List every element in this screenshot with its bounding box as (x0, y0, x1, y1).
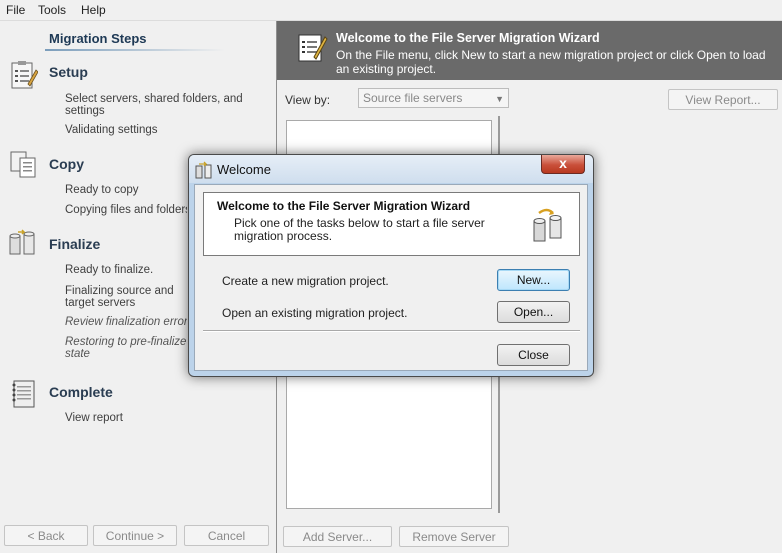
menu-tools[interactable]: Tools (38, 3, 66, 17)
copy-documents-icon (10, 151, 36, 178)
remove-server-button[interactable]: Remove Server (399, 526, 509, 547)
view-by-value: Source file servers (363, 91, 463, 105)
header-title: Welcome to the File Server Migration Wiz… (336, 31, 600, 45)
menu-help[interactable]: Help (81, 3, 106, 17)
step-complete-title: Complete (49, 384, 113, 400)
dialog-separator (203, 330, 580, 332)
wizard-checklist-icon (298, 34, 328, 62)
welcome-dialog: Welcome x Welcome to the File Server Mig… (188, 154, 594, 377)
step-finalize-item: Finalizing source and target servers (65, 285, 174, 309)
view-by-label: View by: (285, 93, 331, 107)
open-button[interactable]: Open... (497, 301, 570, 323)
steps-title: Migration Steps (49, 31, 147, 46)
back-button[interactable]: < Back (4, 525, 88, 546)
steps-title-underline (45, 49, 225, 51)
step-setup-item: Select servers, shared folders, and sett… (65, 93, 243, 117)
add-server-button[interactable]: Add Server... (283, 526, 392, 547)
view-report-button[interactable]: View Report... (668, 89, 778, 110)
close-icon[interactable]: x (541, 155, 585, 174)
server-migration-icon (533, 208, 562, 242)
finalize-servers-icon (9, 229, 35, 255)
dialog-titlebar[interactable]: Welcome (189, 155, 593, 183)
continue-button[interactable]: Continue > (93, 525, 177, 546)
menu-bar: File Tools Help (0, 0, 782, 21)
dialog-body: Welcome to the File Server Migration Wiz… (194, 184, 588, 371)
header-description: On the File menu, click New to start a n… (336, 48, 766, 76)
new-project-label: Create a new migration project. (222, 274, 389, 288)
step-finalize-item: Review finalization errors (65, 316, 187, 328)
step-setup-title: Setup (49, 64, 88, 80)
step-copy-item: Copying files and folders (65, 204, 187, 216)
open-project-label: Open an existing migration project. (222, 306, 408, 320)
new-button[interactable]: New... (497, 269, 570, 291)
view-by-select[interactable]: Source file servers ▼ (358, 88, 509, 108)
migration-app-icon (195, 161, 212, 179)
intro-title: Welcome to the File Server Migration Wiz… (217, 199, 471, 213)
menu-file[interactable]: File (6, 3, 25, 17)
step-copy-title: Copy (49, 156, 84, 172)
intro-text: Pick one of the tasks below to start a f… (234, 216, 485, 243)
step-setup-item: Validating settings (65, 124, 158, 136)
step-complete-item: View report (65, 412, 123, 424)
setup-clipboard-icon (11, 61, 38, 89)
cancel-button[interactable]: Cancel (184, 525, 269, 546)
dialog-title: Welcome (217, 162, 271, 177)
step-finalize-title: Finalize (49, 236, 101, 252)
step-finalize-item: Restoring to pre-finalize state (65, 336, 187, 360)
close-button[interactable]: Close (497, 344, 570, 366)
complete-notebook-icon (12, 380, 35, 408)
intro-box: Welcome to the File Server Migration Wiz… (203, 192, 580, 256)
wizard-header: Welcome to the File Server Migration Wiz… (277, 21, 782, 80)
chevron-down-icon: ▼ (495, 94, 504, 104)
